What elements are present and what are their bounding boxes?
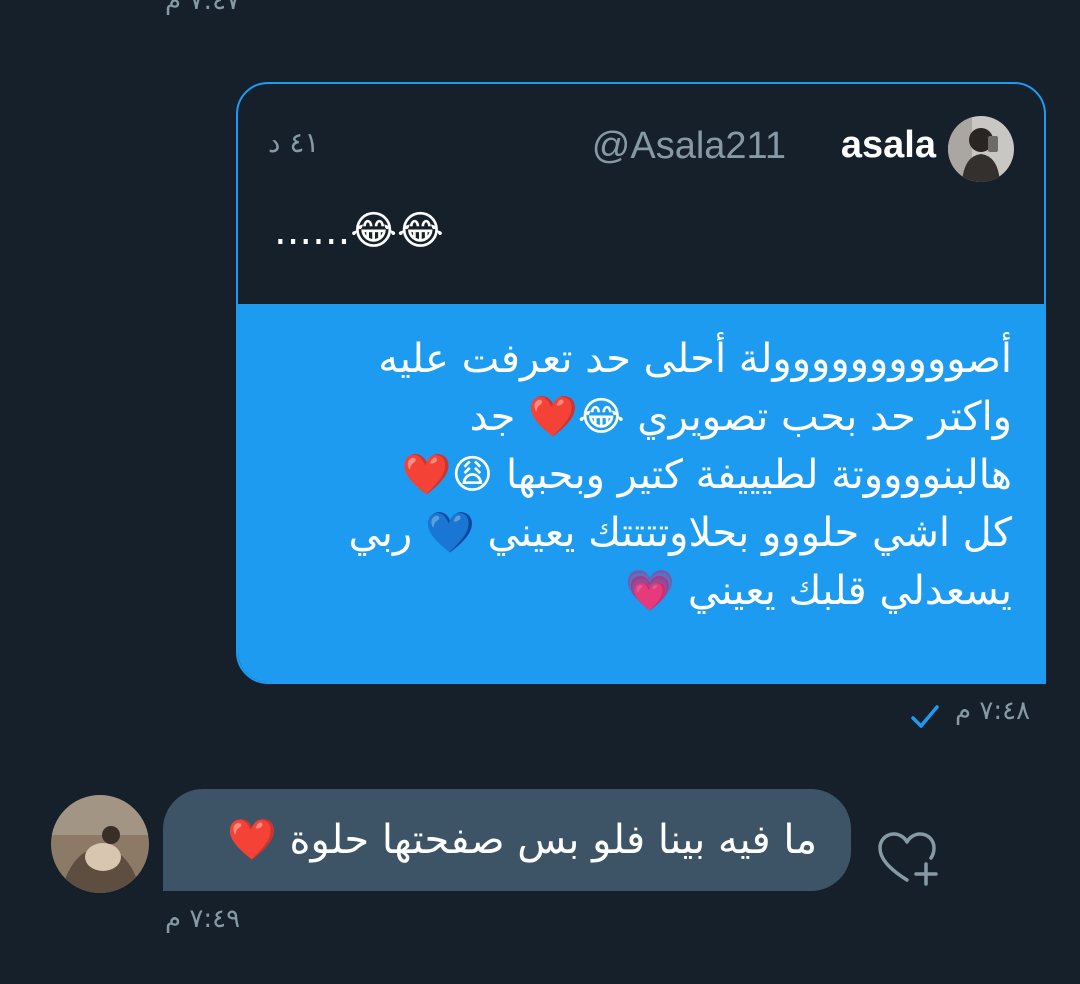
tweet-author-handle: @Asala211 [591,125,786,167]
outgoing-message[interactable]: asala @Asala211 ٤١ د ......😂😂 أصوووووووو… [236,82,1046,684]
message-timestamp: ٧:٤٨ م [955,696,1031,726]
message-timestamp: ٧:٤٩ م [165,904,241,934]
message-timestamp: ٧:٤٧ م [165,0,241,16]
tweet-text: ......😂😂 [274,208,444,254]
heart-plus-icon[interactable] [876,830,940,888]
message-line: هالبنووووتة لطيييفة كتير وبحبها 😩❤️ [401,452,1012,498]
message-line: واكتر حد بحب تصويري 😂❤️ جد [469,394,1012,440]
incoming-message[interactable]: ما فيه بينا فلو بس صفحتها حلوة ❤️ [163,789,851,891]
message-line: أصوووووووووولة أحلى حد تعرفت عليه [378,336,1012,382]
check-icon [911,705,939,728]
outgoing-message-text: أصوووووووووولة أحلى حد تعرفت عليه واكتر … [238,304,1044,682]
sender-avatar[interactable] [51,795,149,893]
tweet-author-name: asala [840,124,936,166]
message-line: يسعدلي قلبك يعيني 💗 [625,568,1012,614]
tweet-age: ٤١ د [268,126,320,159]
message-line: كل اشي حلووو بحلاوتتتتك يعيني 💙 ربي [348,510,1012,556]
quoted-tweet[interactable]: asala @Asala211 ٤١ د ......😂😂 [238,84,1044,305]
tweet-author-avatar[interactable] [948,116,1014,182]
dm-conversation: ٧:٤٧ م asala @Asala211 ٤١ د ......😂😂 أصو… [0,0,1080,984]
